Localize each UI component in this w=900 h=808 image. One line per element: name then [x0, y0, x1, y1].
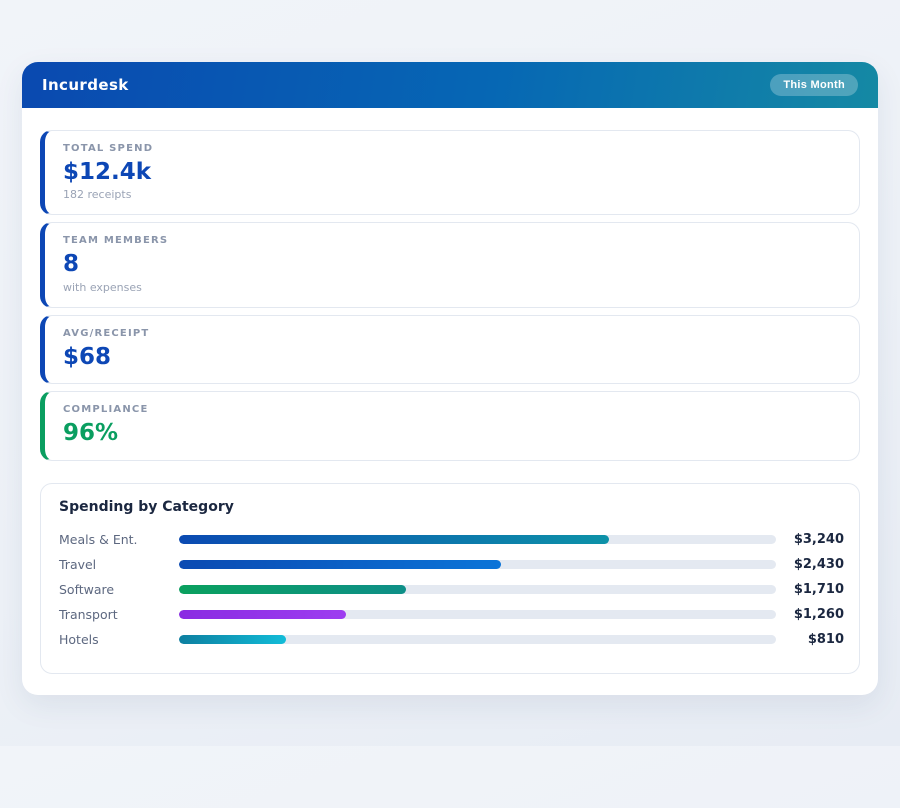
stat-value: $68 [63, 344, 841, 370]
bar-track [179, 560, 776, 569]
stat-value: $12.4k [63, 159, 841, 185]
category-label: Transport [59, 607, 179, 622]
period-filter-badge[interactable]: This Month [770, 74, 858, 96]
category-value: $1,260 [776, 607, 844, 622]
category-label: Software [59, 582, 179, 597]
dashboard-panel: Incurdesk This Month TOTAL SPEND $12.4k … [22, 62, 878, 695]
bar-track [179, 535, 776, 544]
stat-card-total-spend: TOTAL SPEND $12.4k 182 receipts [40, 130, 860, 215]
bar-fill-transport [179, 610, 346, 619]
bar-fill-meals [179, 535, 609, 544]
app-title: Incurdesk [42, 76, 129, 94]
stat-label: COMPLIANCE [63, 404, 841, 415]
stat-card-team-members: TEAM MEMBERS 8 with expenses [40, 222, 860, 307]
bar-track [179, 635, 776, 644]
chart-row-meals: Meals & Ent. $3,240 [59, 527, 844, 552]
bar-track [179, 585, 776, 594]
bar-fill-travel [179, 560, 501, 569]
chart-row-software: Software $1,710 [59, 577, 844, 602]
stat-value: 96% [63, 420, 841, 446]
category-value: $1,710 [776, 582, 844, 597]
category-value: $810 [776, 632, 844, 647]
chart-row-travel: Travel $2,430 [59, 552, 844, 577]
category-value: $3,240 [776, 532, 844, 547]
stat-card-avg-receipt: AVG/RECEIPT $68 [40, 315, 860, 384]
stat-value: 8 [63, 251, 841, 277]
stat-label: TEAM MEMBERS [63, 235, 841, 246]
category-value: $2,430 [776, 557, 844, 572]
bar-fill-software [179, 585, 406, 594]
dashboard-content: TOTAL SPEND $12.4k 182 receipts TEAM MEM… [22, 108, 878, 695]
spending-by-category-chart: Spending by Category Meals & Ent. $3,240… [40, 483, 860, 674]
stat-label: AVG/RECEIPT [63, 328, 841, 339]
stat-card-compliance: COMPLIANCE 96% [40, 391, 860, 460]
chart-row-transport: Transport $1,260 [59, 602, 844, 627]
chart-title: Spending by Category [59, 499, 844, 515]
app-header: Incurdesk This Month [22, 62, 878, 108]
stat-subtext: with expenses [63, 281, 841, 294]
category-label: Travel [59, 557, 179, 572]
chart-row-hotels: Hotels $810 [59, 627, 844, 652]
bar-track [179, 610, 776, 619]
category-label: Hotels [59, 632, 179, 647]
bar-fill-hotels [179, 635, 286, 644]
stat-subtext: 182 receipts [63, 188, 841, 201]
category-label: Meals & Ent. [59, 532, 179, 547]
stat-label: TOTAL SPEND [63, 143, 841, 154]
